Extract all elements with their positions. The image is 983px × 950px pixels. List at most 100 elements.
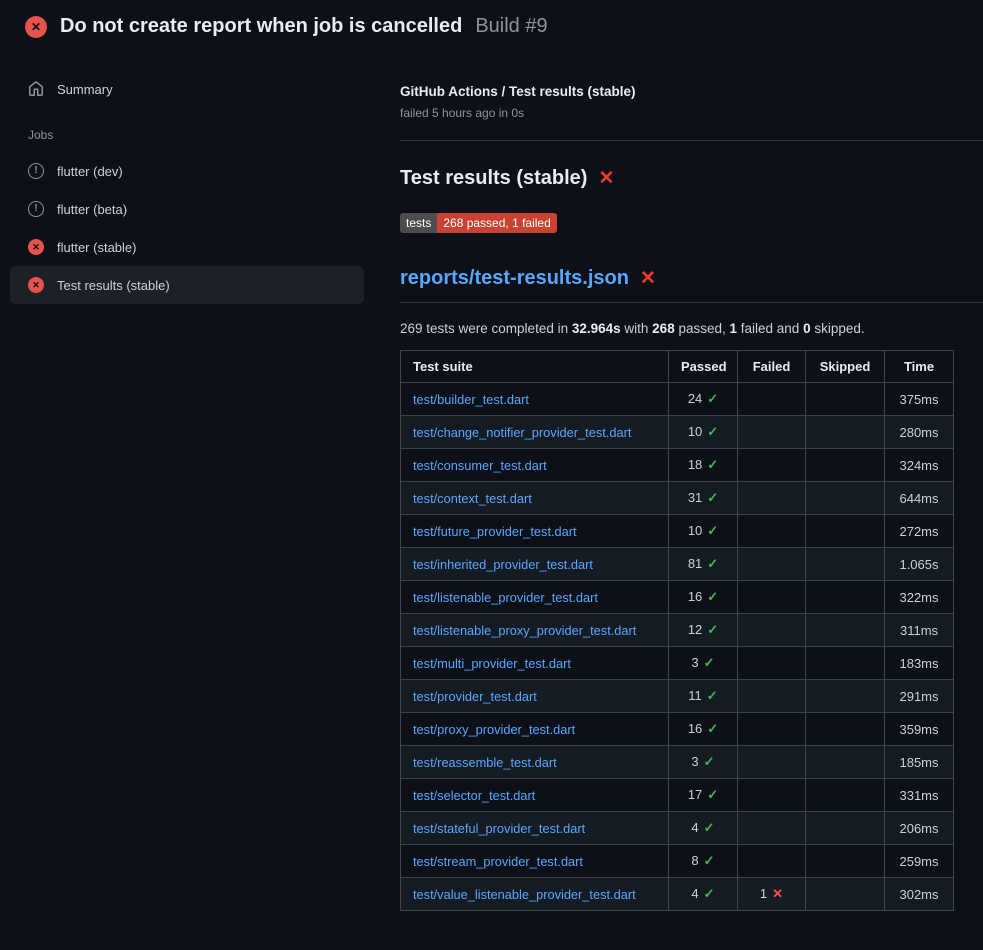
sidebar-item-label: flutter (dev): [57, 164, 123, 179]
failed-cell: [738, 515, 806, 548]
passed-cell: 11✓: [669, 680, 738, 713]
test-suite-link[interactable]: test/consumer_test.dart: [413, 458, 547, 473]
column-header-time: Time: [885, 351, 954, 383]
table-row: test/listenable_provider_test.dart16✓322…: [401, 581, 954, 614]
time-cell: 375ms: [885, 383, 954, 416]
suite-cell: test/proxy_provider_test.dart: [401, 713, 669, 746]
passed-cell: 3✓: [669, 746, 738, 779]
test-suite-link[interactable]: test/builder_test.dart: [413, 392, 529, 407]
test-suite-link[interactable]: test/listenable_proxy_provider_test.dart: [413, 623, 636, 638]
passed-cell: 10✓: [669, 515, 738, 548]
count: 4: [691, 820, 698, 835]
check-icon: ✓: [704, 853, 715, 868]
table-row: test/multi_provider_test.dart3✓183ms: [401, 647, 954, 680]
count: 16: [688, 721, 702, 736]
suite-cell: test/listenable_proxy_provider_test.dart: [401, 614, 669, 647]
test-suite-link[interactable]: test/value_listenable_provider_test.dart: [413, 887, 636, 902]
test-suite-link[interactable]: test/proxy_provider_test.dart: [413, 722, 575, 737]
test-suite-link[interactable]: test/provider_test.dart: [413, 689, 537, 704]
check-icon: ✓: [707, 622, 718, 637]
skipped-cell: [806, 713, 885, 746]
test-suite-link[interactable]: test/change_notifier_provider_test.dart: [413, 425, 631, 440]
failed-cell: [738, 746, 806, 779]
check-icon: ✓: [707, 457, 718, 472]
summary-segment: 32.964s: [572, 321, 621, 336]
summary-segment: skipped.: [811, 321, 865, 336]
summary-segment: with: [621, 321, 653, 336]
sidebar-item-flutter-stable[interactable]: ✕ flutter (stable): [10, 228, 364, 266]
sidebar-item-flutter-beta[interactable]: !flutter (beta): [10, 190, 364, 228]
check-icon: ✓: [707, 787, 718, 802]
build-header: ✕ Do not create report when job is cance…: [0, 0, 983, 50]
time-cell: 185ms: [885, 746, 954, 779]
summary-segment: 269 tests were completed in: [400, 321, 572, 336]
passed-cell: 81✓: [669, 548, 738, 581]
time-cell: 259ms: [885, 845, 954, 878]
sidebar-item-flutter-dev[interactable]: ! flutter (dev): [10, 152, 364, 190]
main-panel: GitHub Actions / Test results (stable) f…: [380, 50, 983, 911]
test-suite-link[interactable]: test/multi_provider_test.dart: [413, 656, 571, 671]
report-title-link[interactable]: reports/test-results.json: [400, 267, 629, 290]
test-suite-link[interactable]: test/listenable_provider_test.dart: [413, 590, 598, 605]
table-row: test/consumer_test.dart18✓324ms: [401, 449, 954, 482]
column-header-test-suite: Test suite: [401, 351, 669, 383]
check-icon: ✓: [707, 391, 718, 406]
sidebar-item-label: flutter (stable): [57, 240, 136, 255]
test-suite-link[interactable]: test/reassemble_test.dart: [413, 755, 557, 770]
x-icon: ✕: [772, 886, 783, 901]
check-icon: ✓: [707, 556, 718, 571]
failed-cell: [738, 779, 806, 812]
passed-cell: 17✓: [669, 779, 738, 812]
passed-cell: 4✓: [669, 812, 738, 845]
table-row: test/reassemble_test.dart3✓185ms: [401, 746, 954, 779]
badge-label: tests: [400, 213, 437, 233]
count: 11: [688, 688, 702, 703]
badge-value: 268 passed, 1 failed: [437, 213, 556, 233]
table-row: test/context_test.dart31✓644ms: [401, 482, 954, 515]
test-suite-link[interactable]: test/selector_test.dart: [413, 788, 535, 803]
x-circle-icon: ✕: [28, 239, 44, 255]
failed-cell: [738, 383, 806, 416]
home-icon: [28, 81, 44, 97]
test-suite-link[interactable]: test/future_provider_test.dart: [413, 524, 577, 539]
summary-segment: 1: [730, 321, 738, 336]
check-icon: ✓: [704, 754, 715, 769]
check-icon: ✓: [707, 424, 718, 439]
skipped-cell: [806, 581, 885, 614]
skipped-cell: [806, 812, 885, 845]
content: Summary Jobs !flutter (dev)!flutter (bet…: [0, 50, 983, 911]
table-row: test/builder_test.dart24✓375ms: [401, 383, 954, 416]
section-title: Test results (stable) ✕: [400, 167, 983, 190]
table-row: test/change_notifier_provider_test.dart1…: [401, 416, 954, 449]
suite-cell: test/multi_provider_test.dart: [401, 647, 669, 680]
time-cell: 291ms: [885, 680, 954, 713]
sidebar-item-summary[interactable]: Summary: [10, 70, 364, 108]
time-cell: 206ms: [885, 812, 954, 845]
test-suite-link[interactable]: test/stream_provider_test.dart: [413, 854, 583, 869]
table-row: test/stateful_provider_test.dart 4✓ 206ms: [401, 812, 954, 845]
failed-cell: 1✕: [738, 878, 806, 911]
neutral-status-icon: !: [28, 201, 44, 217]
neutral-status-icon: !: [28, 163, 44, 179]
suite-cell: test/reassemble_test.dart: [401, 746, 669, 779]
skipped-cell: [806, 680, 885, 713]
section-title-text: Test results (stable): [400, 167, 587, 190]
test-suite-link[interactable]: test/context_test.dart: [413, 491, 532, 506]
check-icon: ✓: [707, 589, 718, 604]
test-suite-link[interactable]: test/inherited_provider_test.dart: [413, 557, 593, 572]
build-failed-icon: ✕: [25, 16, 47, 38]
table-row: test/future_provider_test.dart10✓272ms: [401, 515, 954, 548]
skipped-cell: [806, 779, 885, 812]
count: 31: [688, 490, 702, 505]
skipped-cell: [806, 482, 885, 515]
passed-cell: 16✓: [669, 581, 738, 614]
failed-cell: [738, 812, 806, 845]
failed-x-icon: ✕: [598, 169, 614, 188]
suite-cell: test/builder_test.dart: [401, 383, 669, 416]
table-row: test/selector_test.dart17✓331ms: [401, 779, 954, 812]
suite-cell: test/context_test.dart: [401, 482, 669, 515]
count: 3: [691, 754, 698, 769]
sidebar-item-test-results-stable[interactable]: ✕Test results (stable): [10, 266, 364, 304]
failed-cell: [738, 647, 806, 680]
test-suite-link[interactable]: test/stateful_provider_test.dart: [413, 821, 585, 836]
